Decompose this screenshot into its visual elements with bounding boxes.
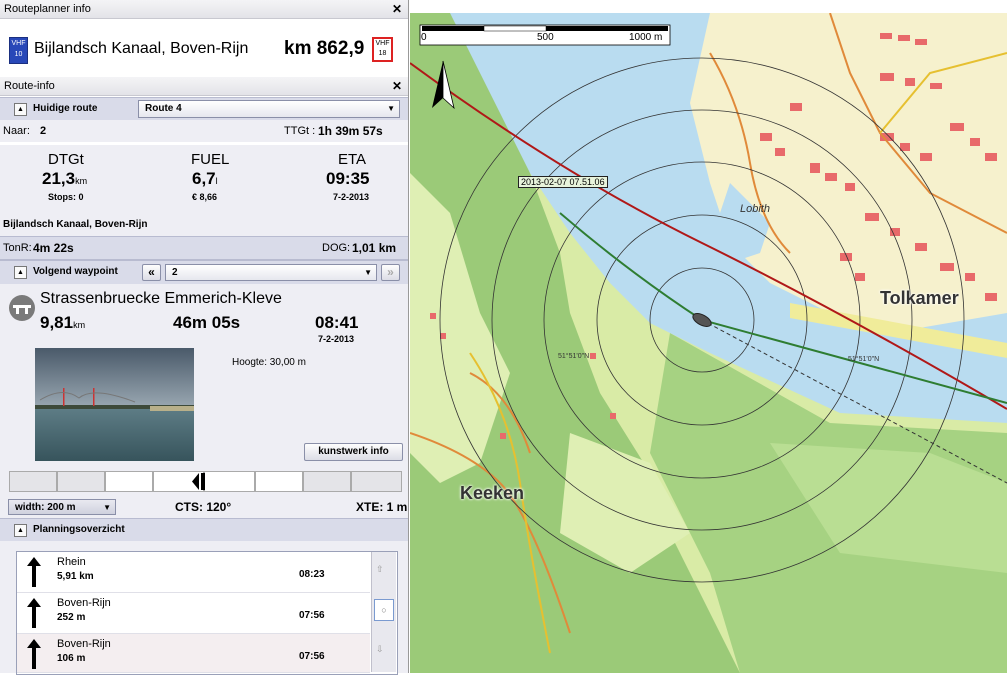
waypoint-eta-date: 7-2-2013 xyxy=(318,334,355,344)
chevron-down-icon: ▼ xyxy=(364,268,372,277)
stops-count: Stops: 0 xyxy=(48,192,84,202)
fuel-cost: € 8,66 xyxy=(192,192,218,202)
scroll-thumb[interactable]: ○ xyxy=(374,599,394,621)
cts-value: CTS: 120° xyxy=(175,500,232,514)
km-indicator: km 862,9 xyxy=(284,38,365,59)
eta-value: 09:35 xyxy=(326,169,370,188)
chevron-down-icon: ▼ xyxy=(103,503,111,512)
close-icon[interactable]: ✕ xyxy=(388,0,402,18)
current-route-bar: ▲ Huidige route Route 4 ▼ xyxy=(0,97,408,121)
waypoint-select[interactable]: 2 ▼ xyxy=(165,264,377,281)
next-waypoint-label: Volgend waypoint xyxy=(33,266,118,277)
arrow-up-icon xyxy=(27,598,41,628)
scale-label: 0 xyxy=(421,32,427,43)
arrow-up-icon xyxy=(27,639,41,669)
width-select[interactable]: width: 200 m ▼ xyxy=(8,499,116,515)
vhf-channel-badge-right: VHF 18 xyxy=(372,37,393,62)
naar-row: Naar: 2 TTGt : 1h 39m 57s xyxy=(0,120,408,142)
list-item[interactable]: Boven-Rijn 106 m 07:56 xyxy=(17,634,370,673)
bridge-icon xyxy=(9,295,35,321)
waypoint-photo xyxy=(35,348,194,461)
waypoint-distance: 9,81 xyxy=(40,313,74,332)
waypoint-eta: 08:41 xyxy=(315,313,359,332)
collapse-icon[interactable]: ▲ xyxy=(14,266,27,279)
chart-map[interactable]: 0 500 1000 m 2013-02-07 07.51.06 Tolkame… xyxy=(410,13,1007,673)
close-icon[interactable]: ✕ xyxy=(388,77,402,95)
list-item[interactable]: Rhein 5,91 km 08:23 xyxy=(17,552,370,593)
map-canvas xyxy=(410,13,1007,673)
tonr-value: 4m 22s xyxy=(33,241,74,255)
scroll-up-icon[interactable]: ⇧ xyxy=(376,564,384,575)
scale-label: 1000 m xyxy=(629,32,663,43)
waypoint-time: 46m 05s xyxy=(173,313,241,332)
chevron-down-icon: ▼ xyxy=(387,104,395,113)
destination-name: Bijlandsch Kanaal, Boven-Rijn xyxy=(3,219,148,230)
eta-date: 7-2-2013 xyxy=(333,192,370,202)
destination-row: Bijlandsch Kanaal, Boven-Rijn xyxy=(0,213,408,236)
vhf-channel-badge-left: VHF 10 xyxy=(9,37,28,64)
current-route-label: Huidige route xyxy=(33,103,98,114)
latitude-label: 51°51'0"N xyxy=(558,353,590,360)
planning-label: Planningsoverzicht xyxy=(33,524,125,535)
waypoint-name: Strassenbruecke Emmerich-Kleve xyxy=(40,290,282,307)
fuel-value: 6,7 xyxy=(192,169,216,188)
timestamp-marker[interactable]: 2013-02-07 07.51.06 xyxy=(518,176,608,188)
place-label-lobith: Lobith xyxy=(740,203,770,215)
routeplanner-panel: Routeplanner info ✕ VHF 10 Bijlandsch Ka… xyxy=(0,0,409,675)
latitude-label: 51°51'0"N xyxy=(848,356,880,363)
collapse-icon[interactable]: ▲ xyxy=(14,103,27,116)
routeplanner-header: Routeplanner info ✕ xyxy=(0,0,408,19)
arrow-up-icon xyxy=(27,557,41,587)
height-value: Hoogte: 30,00 m xyxy=(232,357,306,368)
prev-waypoint-button[interactable]: « xyxy=(142,264,161,281)
kunstwerk-info-button[interactable]: kunstwerk info xyxy=(304,443,403,461)
scroll-down-icon[interactable]: ⇩ xyxy=(376,644,384,655)
width-row: width: 200 m ▼ CTS: 120° XTE: 1 m xyxy=(0,497,408,518)
planning-bar: ▲ Planningsoverzicht xyxy=(0,518,408,542)
route-select[interactable]: Route 4 ▼ xyxy=(138,100,400,118)
location-title: Bijlandsch Kanaal, Boven-Rijn xyxy=(34,40,249,57)
routeinfo-header: Route-info ✕ xyxy=(0,77,408,96)
next-waypoint-bar: ▲ Volgend waypoint « 2 ▼ » xyxy=(0,260,408,285)
boat-position-icon xyxy=(192,473,205,490)
dog-value: 1,01 km xyxy=(352,241,397,255)
ttgt-value: 1h 39m 57s xyxy=(318,124,383,138)
collapse-icon[interactable]: ▲ xyxy=(14,524,27,537)
scale-label: 500 xyxy=(537,32,554,43)
tonr-row: TonR: 4m 22s DOG: 1,01 km xyxy=(0,236,408,260)
place-label-keeken: Keeken xyxy=(460,483,525,503)
dtgt-value: 21,3 xyxy=(42,169,76,188)
naar-value: 2 xyxy=(40,125,47,137)
place-label-tolkamer: Tolkamer xyxy=(880,288,959,308)
xte-value: XTE: 1 m xyxy=(356,500,408,514)
next-waypoint-button[interactable]: » xyxy=(381,264,400,281)
planning-scrollbar[interactable]: ⇧ ○ ⇩ xyxy=(371,552,396,672)
list-item[interactable]: Boven-Rijn 252 m 07:56 xyxy=(17,593,370,634)
route-stats: DTGt 21,3km Stops: 0 FUEL 6,7l € 8,66 ET… xyxy=(0,145,408,213)
